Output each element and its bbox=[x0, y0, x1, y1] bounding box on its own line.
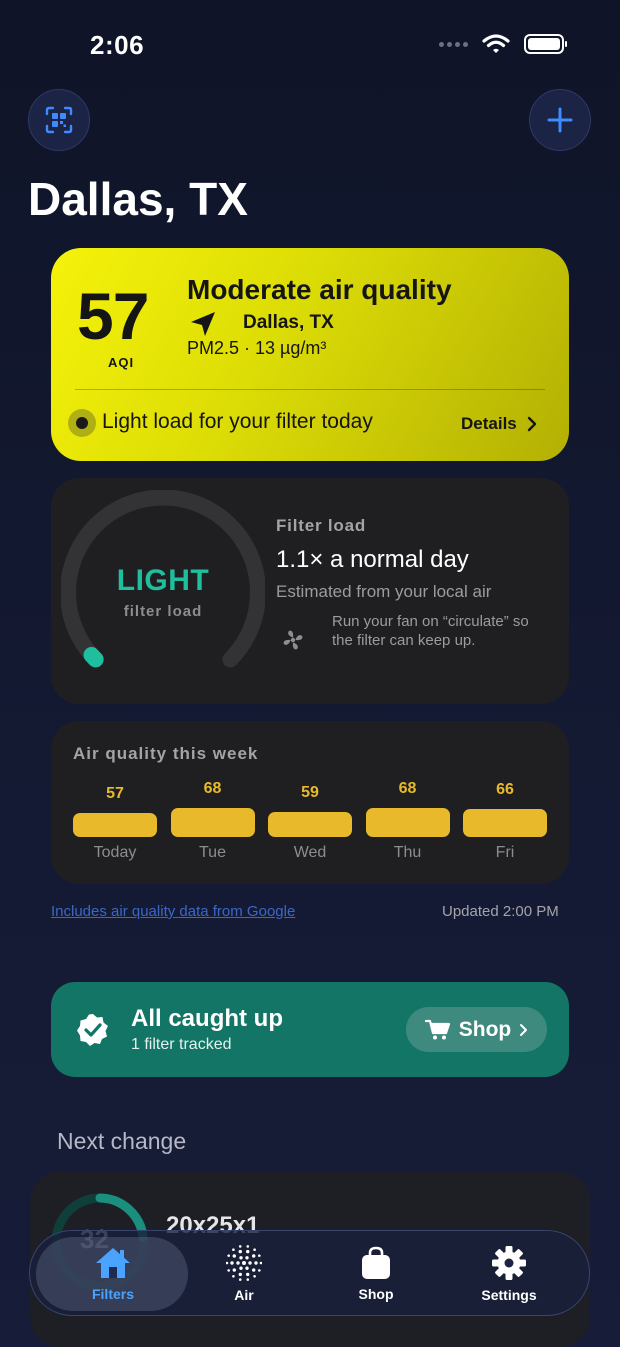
day-column: 57 Today bbox=[73, 721, 157, 884]
tab-label: Air bbox=[234, 1287, 254, 1303]
battery-icon bbox=[524, 34, 567, 54]
day-aqi-value: 66 bbox=[496, 780, 514, 798]
tab-label: Filters bbox=[91, 1286, 134, 1302]
qr-scan-icon bbox=[45, 106, 73, 134]
verified-check-icon bbox=[77, 1014, 108, 1046]
tab-air[interactable]: Air bbox=[169, 1231, 319, 1317]
next-change-title: Next change bbox=[57, 1128, 187, 1154]
day-aqi-bar bbox=[170, 808, 255, 837]
fan-icon bbox=[283, 630, 303, 650]
tab-settings[interactable]: Settings bbox=[434, 1231, 584, 1317]
page-title: Dallas, TX bbox=[28, 173, 248, 225]
google-attribution-link[interactable]: Includes air quality data from Google bbox=[51, 903, 295, 920]
day-label: Wed bbox=[293, 844, 327, 861]
status-indicators bbox=[439, 34, 567, 54]
load-indicator-icon bbox=[68, 409, 96, 437]
updated-timestamp: Updated 2:00 PM bbox=[442, 903, 559, 920]
day-aqi-bar bbox=[268, 812, 352, 837]
caught-up-card: All caught up 1 filter tracked Shop bbox=[51, 982, 569, 1077]
filter-tip: Run your fan on “circulate” so the filte… bbox=[332, 613, 529, 649]
aqi-card[interactable]: 57 AQI Moderate air quality Dallas, TX P… bbox=[51, 248, 569, 461]
tab-label: Settings bbox=[481, 1287, 537, 1303]
plus-icon bbox=[547, 107, 573, 133]
status-time: 2:06 bbox=[90, 30, 145, 60]
weekly-air-quality-card: Air quality this week 57 Today 68 Tue 59 Wed 6… bbox=[51, 721, 569, 884]
day-aqi-value: 59 bbox=[301, 784, 319, 802]
details-link[interactable]: Details bbox=[461, 414, 537, 434]
divider bbox=[75, 389, 545, 390]
day-label: Today bbox=[93, 844, 137, 861]
shop-button-label: Shop bbox=[458, 1017, 512, 1041]
location-arrow-icon bbox=[191, 312, 215, 336]
filter-load-value: 1.1× a normal day bbox=[276, 546, 469, 573]
day-column: 59 Wed bbox=[268, 721, 352, 884]
filter-load-summary: Light load for your filter today bbox=[102, 410, 373, 433]
shop-button[interactable]: Shop bbox=[406, 1007, 547, 1052]
chevron-right-icon bbox=[520, 1023, 528, 1036]
filter-load-label: Filter load bbox=[276, 516, 367, 535]
day-aqi-value: 68 bbox=[398, 780, 417, 797]
filter-load-card: LIGHT filter load Filter load 1.1× a nor… bbox=[51, 478, 569, 704]
day-aqi-bar bbox=[463, 808, 547, 837]
wifi-icon bbox=[482, 34, 510, 53]
details-label: Details bbox=[461, 414, 517, 433]
add-button[interactable] bbox=[529, 89, 591, 151]
home-icon bbox=[96, 1248, 130, 1278]
filters-tracked-count: 1 filter tracked bbox=[131, 1036, 232, 1053]
bag-icon bbox=[362, 1246, 390, 1279]
tab-label: Shop bbox=[358, 1286, 394, 1302]
day-column: 68 Tue bbox=[170, 721, 255, 884]
day-aqi-value: 57 bbox=[106, 785, 124, 802]
day-aqi-value: 68 bbox=[203, 780, 222, 797]
day-label: Fri bbox=[495, 844, 515, 861]
day-column: 66 Fri bbox=[463, 721, 547, 884]
tab-shop[interactable]: Shop bbox=[301, 1231, 451, 1317]
tab-filters[interactable]: Filters bbox=[38, 1231, 188, 1317]
cart-icon bbox=[424, 1019, 450, 1039]
tab-bar: Filters Air Shop Settings bbox=[29, 1230, 590, 1316]
gauge-level: LIGHT bbox=[116, 564, 210, 597]
day-aqi-bar bbox=[365, 808, 450, 837]
filter-load-description: Estimated from your local air bbox=[276, 582, 492, 601]
chevron-right-icon bbox=[527, 416, 536, 432]
aqi-label: AQI bbox=[108, 355, 135, 370]
aqi-location: Dallas, TX bbox=[243, 312, 334, 333]
gear-icon bbox=[492, 1246, 526, 1280]
aqi-value: 57 bbox=[77, 279, 149, 353]
day-aqi-bar bbox=[73, 813, 157, 837]
aqi-headline: Moderate air quality bbox=[187, 274, 452, 305]
air-dots-icon bbox=[226, 1245, 262, 1281]
pm25-reading: PM2.5 · 13 µg/m³ bbox=[187, 338, 327, 358]
scan-qr-button[interactable] bbox=[28, 89, 90, 151]
day-label: Thu bbox=[393, 844, 422, 861]
gauge-caption: filter load bbox=[123, 603, 203, 620]
caught-up-title: All caught up bbox=[131, 1005, 283, 1032]
signal-dots-icon bbox=[439, 41, 468, 47]
day-column: 68 Thu bbox=[365, 721, 450, 884]
day-label: Tue bbox=[199, 844, 226, 861]
